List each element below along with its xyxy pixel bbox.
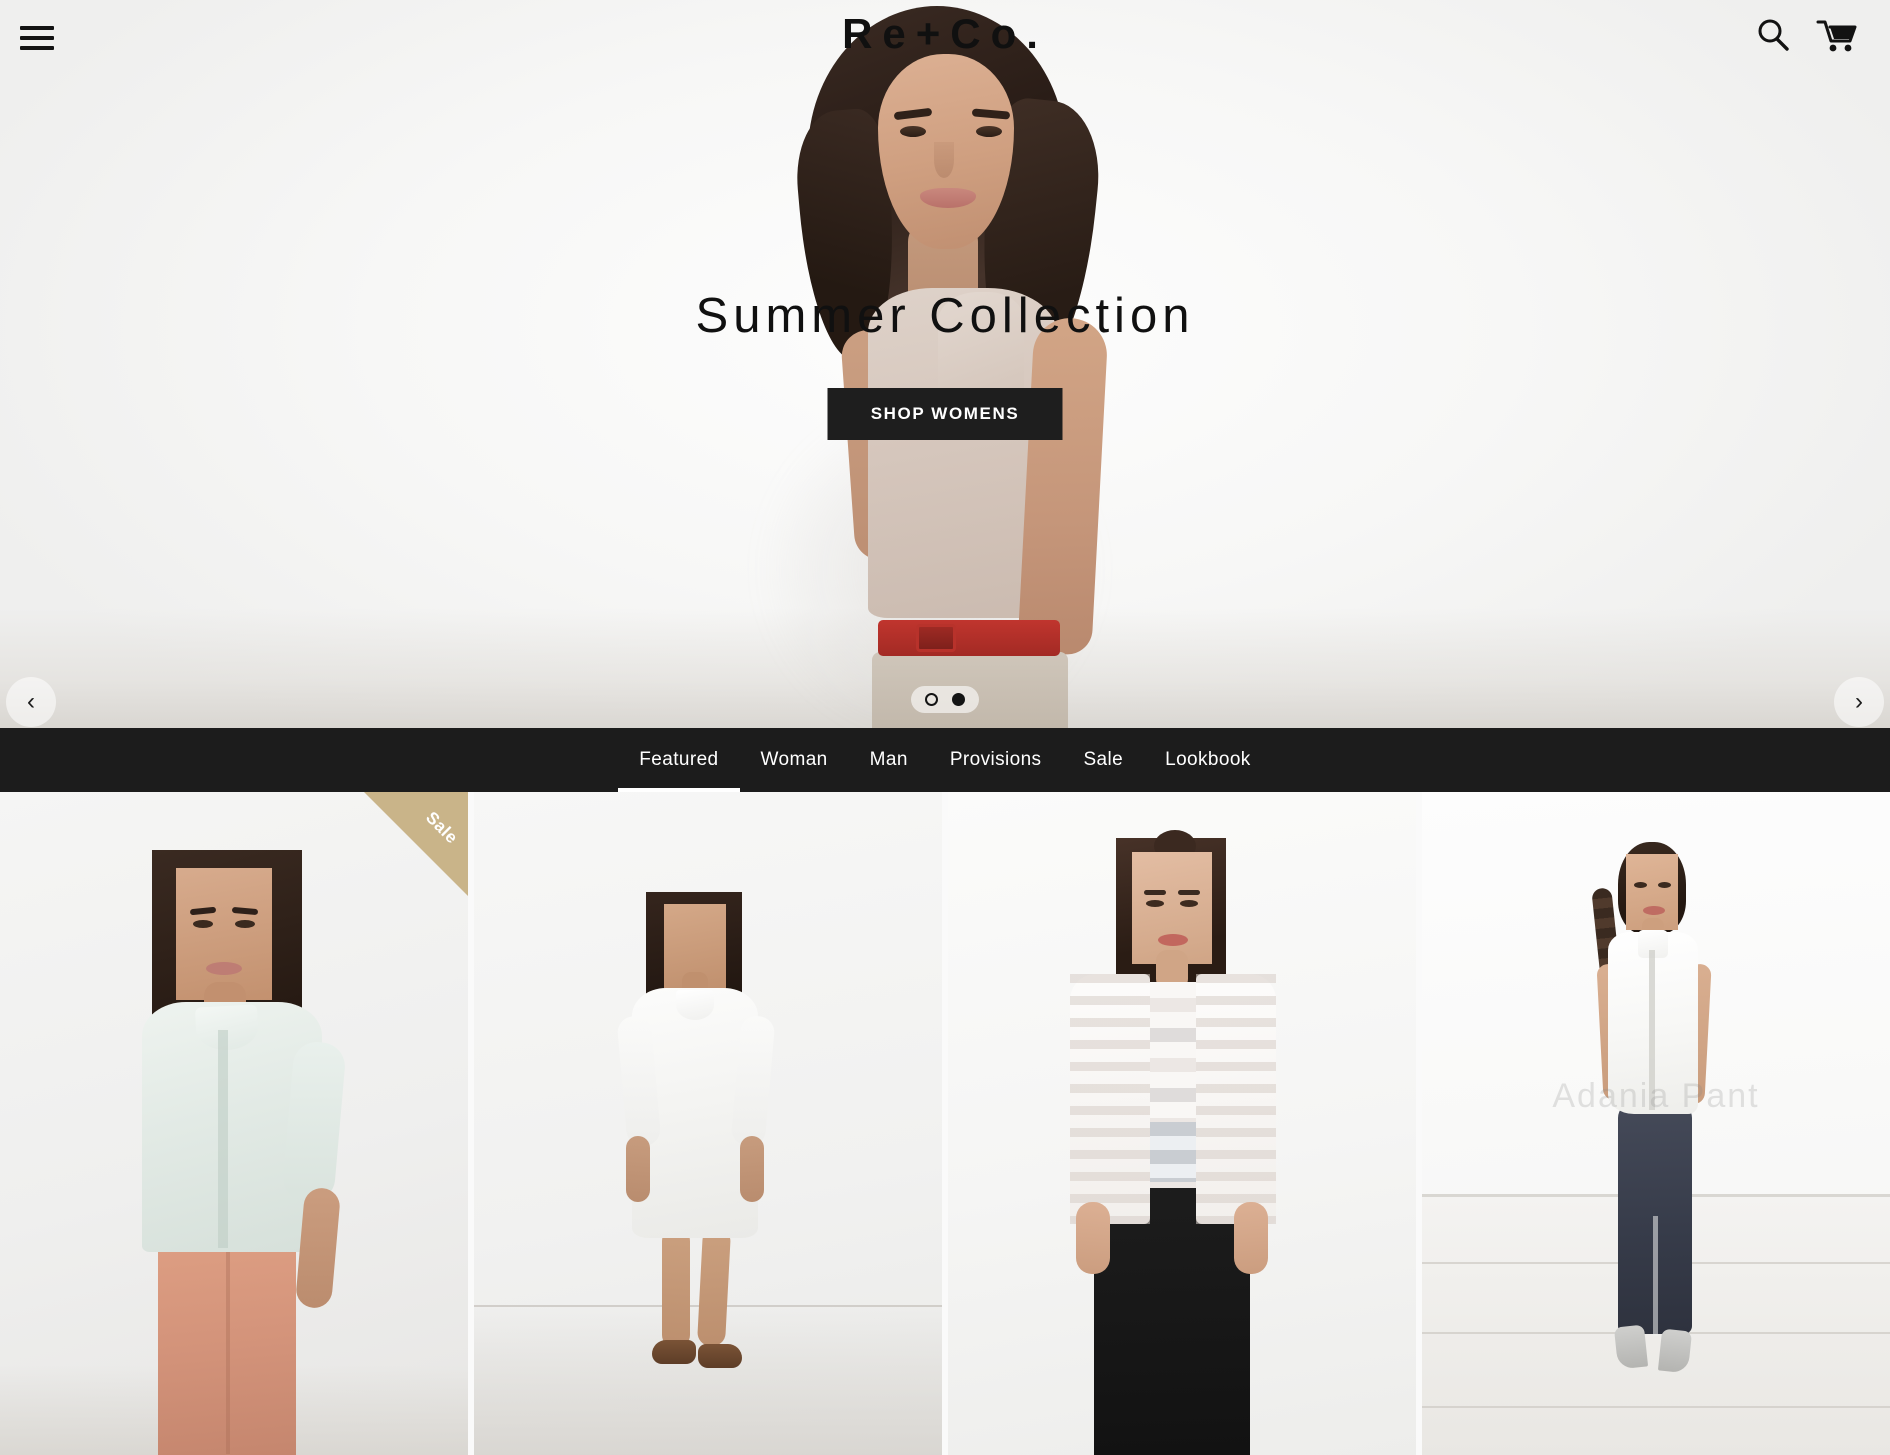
hero-title: Summer Collection	[695, 289, 1195, 343]
product-watermark-4: Adania Pant	[1552, 1077, 1760, 1115]
product-image-3	[948, 792, 1416, 1455]
product-card-2[interactable]	[474, 792, 942, 1455]
nav-item-featured[interactable]: Featured	[618, 728, 740, 792]
sale-badge-label: Sale	[422, 807, 462, 848]
search-icon[interactable]	[1752, 14, 1794, 56]
carousel-next-arrow[interactable]: ›	[1834, 677, 1884, 727]
sale-badge-1: Sale	[364, 792, 468, 896]
product-grid: Sale Adania Pant	[0, 792, 1890, 1455]
nav-item-sale[interactable]: Sale	[1062, 728, 1144, 792]
carousel-dot-1[interactable]	[925, 693, 938, 706]
product-card-3[interactable]	[948, 792, 1416, 1455]
product-image-2	[474, 792, 942, 1455]
site-logo[interactable]: Re+Co.	[0, 10, 1890, 58]
carousel-dots	[911, 686, 979, 713]
main-navigation: Featured Woman Man Provisions Sale Lookb…	[0, 728, 1890, 792]
product-card-1[interactable]: Sale	[0, 792, 468, 1455]
homepage: Re+Co. Summer Collection SHOP WOMENS ‹ ›	[0, 0, 1890, 1455]
carousel-prev-arrow[interactable]: ‹	[6, 677, 56, 727]
nav-item-woman[interactable]: Woman	[740, 728, 849, 792]
nav-item-provisions[interactable]: Provisions	[929, 728, 1063, 792]
product-card-4[interactable]: Adania Pant	[1422, 792, 1890, 1455]
shop-womens-button[interactable]: SHOP WOMENS	[827, 388, 1063, 440]
product-image-4	[1422, 792, 1890, 1455]
hero-carousel: Re+Co. Summer Collection SHOP WOMENS ‹ ›	[0, 0, 1890, 728]
nav-item-lookbook[interactable]: Lookbook	[1144, 728, 1272, 792]
shopping-cart-icon[interactable]	[1814, 14, 1860, 56]
carousel-dot-2[interactable]	[952, 693, 965, 706]
hero-overlay: Re+Co. Summer Collection SHOP WOMENS ‹ ›	[0, 0, 1890, 728]
nav-item-man[interactable]: Man	[849, 728, 929, 792]
